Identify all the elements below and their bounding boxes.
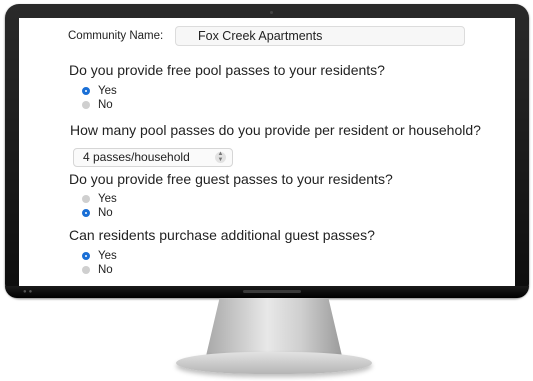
q1-option-no[interactable]: No bbox=[82, 99, 113, 111]
pass-count-select[interactable]: 4 passes/household ▲ ▼ bbox=[73, 148, 233, 167]
q4-option-yes[interactable]: Yes bbox=[82, 250, 117, 262]
radio-unchecked-icon[interactable] bbox=[82, 101, 90, 109]
option-label: Yes bbox=[98, 85, 117, 97]
radio-checked-icon[interactable] bbox=[82, 252, 90, 260]
up-down-chevron-icon: ▲ ▼ bbox=[215, 151, 226, 163]
radio-unchecked-icon[interactable] bbox=[82, 195, 90, 203]
community-name-label: Community Name: bbox=[68, 30, 164, 42]
monitor-slot bbox=[243, 290, 301, 293]
screen: Community Name: Fox Creek Apartments Do … bbox=[19, 18, 515, 286]
option-label: Yes bbox=[98, 193, 117, 205]
question-guest-passes: Do you provide free guest passes to your… bbox=[69, 171, 393, 187]
radio-checked-icon[interactable] bbox=[82, 209, 90, 217]
option-label: Yes bbox=[98, 250, 117, 262]
q1-option-yes[interactable]: Yes bbox=[82, 85, 117, 97]
monitor-frame: Community Name: Fox Creek Apartments Do … bbox=[5, 4, 529, 298]
radio-checked-icon[interactable] bbox=[82, 87, 90, 95]
camera-dot bbox=[270, 11, 273, 14]
monitor-stand-neck bbox=[206, 298, 342, 356]
option-label: No bbox=[98, 99, 113, 111]
option-label: No bbox=[98, 264, 113, 276]
q3-option-no[interactable]: No bbox=[82, 207, 113, 219]
community-name-input[interactable]: Fox Creek Apartments bbox=[175, 26, 465, 46]
question-pool-passes: Do you provide free pool passes to your … bbox=[69, 62, 385, 78]
q4-option-no[interactable]: No bbox=[82, 264, 113, 276]
select-value: 4 passes/household bbox=[83, 150, 190, 164]
monitor-bezel-bottom: ●● bbox=[5, 286, 529, 298]
option-label: No bbox=[98, 207, 113, 219]
monitor-stand-base bbox=[176, 352, 372, 374]
q3-option-yes[interactable]: Yes bbox=[82, 193, 117, 205]
question-purchase-guest-passes: Can residents purchase additional guest … bbox=[69, 227, 375, 243]
indicator-dots-icon: ●● bbox=[23, 289, 35, 295]
radio-unchecked-icon[interactable] bbox=[82, 266, 90, 274]
question-pass-count: How many pool passes do you provide per … bbox=[70, 122, 481, 138]
